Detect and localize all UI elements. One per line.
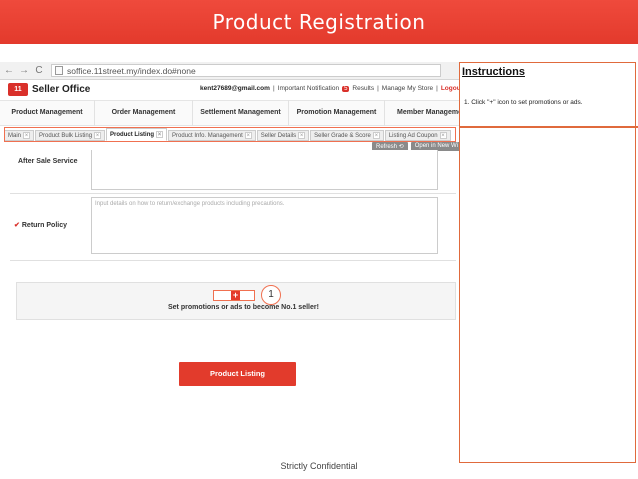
tab-seller-details[interactable]: Seller Details × [256, 130, 310, 141]
close-icon[interactable]: × [298, 132, 306, 139]
menu-product-management[interactable]: Product Management [0, 100, 95, 126]
row-divider [10, 260, 456, 261]
page-icon [55, 66, 63, 75]
tab-listing-ad-coupon[interactable]: Listing Ad Coupon × [384, 130, 451, 141]
close-icon[interactable]: × [244, 132, 252, 139]
close-icon[interactable]: × [156, 131, 164, 138]
return-policy-label: ✔ Return Policy [14, 222, 67, 229]
close-icon[interactable]: × [94, 132, 102, 139]
promotion-text: Set promotions or ads to become No.1 sel… [168, 304, 319, 311]
main-menu: Product Management Order Management Sett… [0, 100, 460, 126]
menu-promotion-management[interactable]: Promotion Management [289, 100, 385, 126]
return-policy-textarea[interactable]: Input details on how to return/exchange … [91, 197, 438, 254]
slide-title: Product Registration [212, 10, 426, 34]
tab-main[interactable]: Main × [4, 130, 35, 141]
close-icon[interactable]: × [23, 132, 31, 139]
seller-office-logo-text: Seller Office [32, 84, 91, 95]
url-text: soffice.11street.my/index.do#none [67, 65, 196, 76]
seller-office-header: 11 Seller Office kent27689@gmail.com | I… [0, 80, 463, 100]
slide-footer: Strictly Confidential [280, 461, 358, 471]
tab-seller-grade-score[interactable]: Seller Grade & Score × [310, 130, 384, 141]
after-sale-service-textarea[interactable] [91, 150, 438, 190]
notification-count-badge: 5 [342, 85, 350, 92]
user-email: kent27689@gmail.com [200, 85, 270, 92]
plus-icon[interactable]: + [231, 291, 240, 300]
tab-product-info-management[interactable]: Product Info. Management × [168, 130, 256, 141]
close-icon[interactable]: × [372, 132, 380, 139]
tab-product-bulk-listing[interactable]: Product Bulk Listing × [35, 130, 106, 141]
important-notification-link[interactable]: Important Notification [278, 85, 339, 92]
tab-product-listing[interactable]: Product Listing × [106, 128, 168, 141]
close-icon[interactable]: × [439, 132, 447, 139]
promotion-box [16, 282, 456, 320]
product-listing-button[interactable]: Product Listing [179, 362, 296, 386]
user-links: kent27689@gmail.com | Important Notifica… [200, 85, 463, 92]
results-link[interactable]: Results [352, 85, 374, 92]
instructions-divider [459, 126, 638, 128]
required-check-icon: ✔ [14, 222, 20, 229]
instruction-step-1: 1. Click "+" icon to set promotions or a… [464, 99, 583, 106]
reload-icon[interactable]: C [33, 65, 45, 76]
after-sale-service-label: After Sale Service [18, 158, 78, 165]
instructions-panel: Instructions 1. Click "+" icon to set pr… [459, 62, 636, 463]
menu-settlement-management[interactable]: Settlement Management [193, 100, 289, 126]
manage-my-store-link[interactable]: Manage My Store [382, 85, 433, 92]
back-arrow-icon[interactable]: ← [3, 65, 15, 76]
row-divider [10, 193, 456, 194]
forward-arrow-icon[interactable]: → [18, 65, 30, 76]
instructions-title: Instructions [462, 66, 525, 78]
browser-toolbar: ← → C soffice.11street.my/index.do#none [0, 62, 460, 80]
tab-bar: Main × Product Bulk Listing × Product List… [4, 128, 456, 141]
eleven-street-logo-icon: 11 [8, 83, 28, 96]
menu-member-management[interactable]: Member Manageme [385, 100, 460, 126]
menu-order-management[interactable]: Order Management [95, 100, 193, 126]
step-marker: 1 [261, 285, 281, 305]
address-bar[interactable]: soffice.11street.my/index.do#none [51, 64, 441, 77]
